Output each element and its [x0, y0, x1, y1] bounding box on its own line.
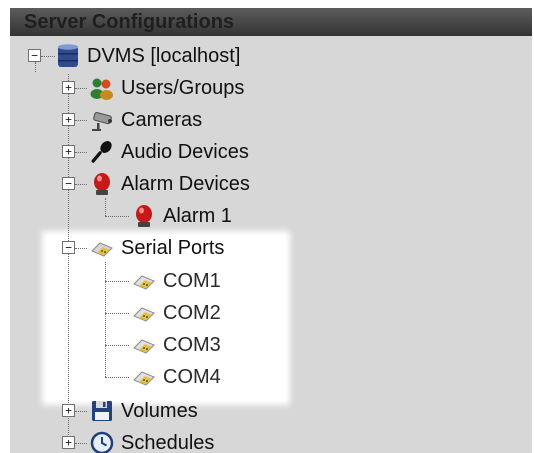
- tree-node-label: Alarm Devices: [121, 172, 250, 195]
- tree-line: [75, 88, 87, 89]
- tree-line: [105, 281, 129, 282]
- tree-line: [75, 248, 87, 249]
- serial-port-connector-icon: [133, 275, 155, 290]
- tree-node-label: Users/Groups: [121, 76, 245, 99]
- tree-line: [105, 377, 129, 378]
- security-camera-icon: [92, 112, 112, 131]
- tree-node-com1[interactable]: COM1: [131, 266, 221, 296]
- tree-node-audio-devices[interactable]: Audio Devices: [89, 137, 249, 167]
- collapse-toggle[interactable]: −: [62, 241, 75, 254]
- tree-node-label: COM3: [163, 333, 221, 356]
- tree-node-users-groups[interactable]: Users/Groups: [89, 73, 244, 103]
- tree-node-label: Volumes: [121, 399, 198, 422]
- tree-line: [105, 262, 106, 377]
- tree-node-alarm-devices[interactable]: Alarm Devices: [89, 169, 250, 199]
- tree-node-serial-ports[interactable]: Serial Ports: [89, 233, 224, 263]
- tree-node-root[interactable]: DVMS [localhost]: [55, 41, 240, 71]
- server-database-icon: [58, 44, 78, 67]
- tree-node-com2[interactable]: COM2: [131, 298, 221, 328]
- expand-toggle[interactable]: +: [62, 436, 75, 449]
- tree-line: [105, 313, 129, 314]
- collapse-toggle[interactable]: −: [62, 177, 75, 190]
- tree-line: [68, 74, 69, 441]
- tree-line: [75, 411, 87, 412]
- configuration-tree: − DVMS [localhost] + Users/Groups + Came…: [10, 8, 532, 453]
- tree-line: [75, 120, 87, 121]
- tree-node-label: Alarm 1: [163, 204, 232, 227]
- tree-node-alarm-1[interactable]: Alarm 1: [131, 201, 232, 231]
- tree-line: [75, 152, 87, 153]
- tree-line: [105, 345, 129, 346]
- clock-icon: [90, 431, 114, 453]
- tree-node-label: Serial Ports: [121, 236, 225, 259]
- tree-node-com4[interactable]: COM4: [131, 362, 221, 392]
- users-group-icon: [90, 78, 113, 100]
- serial-port-connector-icon: [91, 242, 113, 257]
- expand-toggle[interactable]: +: [62, 81, 75, 94]
- serial-port-connector-icon: [133, 307, 155, 322]
- tree-line: [105, 216, 129, 217]
- tree-node-label: Audio Devices: [121, 140, 249, 163]
- tree-line: [35, 62, 36, 72]
- microphone-icon: [91, 141, 112, 163]
- tree-line: [41, 56, 55, 57]
- tree-node-com3[interactable]: COM3: [131, 330, 221, 360]
- serial-port-connector-icon: [133, 371, 155, 386]
- floppy-disk-icon: [92, 401, 112, 421]
- serial-port-connector-icon: [133, 339, 155, 354]
- expand-toggle[interactable]: +: [62, 145, 75, 158]
- expand-toggle[interactable]: +: [62, 404, 75, 417]
- tree-node-label: DVMS [localhost]: [87, 44, 241, 67]
- tree-line: [105, 198, 106, 216]
- tree-line: [75, 443, 87, 444]
- tree-node-label: COM1: [163, 269, 221, 292]
- tree-node-schedules[interactable]: Schedules: [89, 428, 214, 453]
- server-configurations-panel: Server Configurations − DVMS [localhost]…: [10, 8, 532, 453]
- expand-toggle[interactable]: +: [62, 113, 75, 126]
- tree-line: [75, 184, 87, 185]
- tree-node-cameras[interactable]: Cameras: [89, 105, 202, 135]
- tree-node-label: COM2: [163, 301, 221, 324]
- tree-node-label: Schedules: [121, 431, 215, 453]
- tree-node-label: Cameras: [121, 108, 203, 131]
- tree-node-label: COM4: [163, 365, 221, 388]
- collapse-toggle[interactable]: −: [28, 49, 41, 62]
- tree-node-volumes[interactable]: Volumes: [89, 396, 198, 426]
- alarm-beacon-icon: [136, 205, 152, 227]
- alarm-beacon-icon: [94, 173, 110, 195]
